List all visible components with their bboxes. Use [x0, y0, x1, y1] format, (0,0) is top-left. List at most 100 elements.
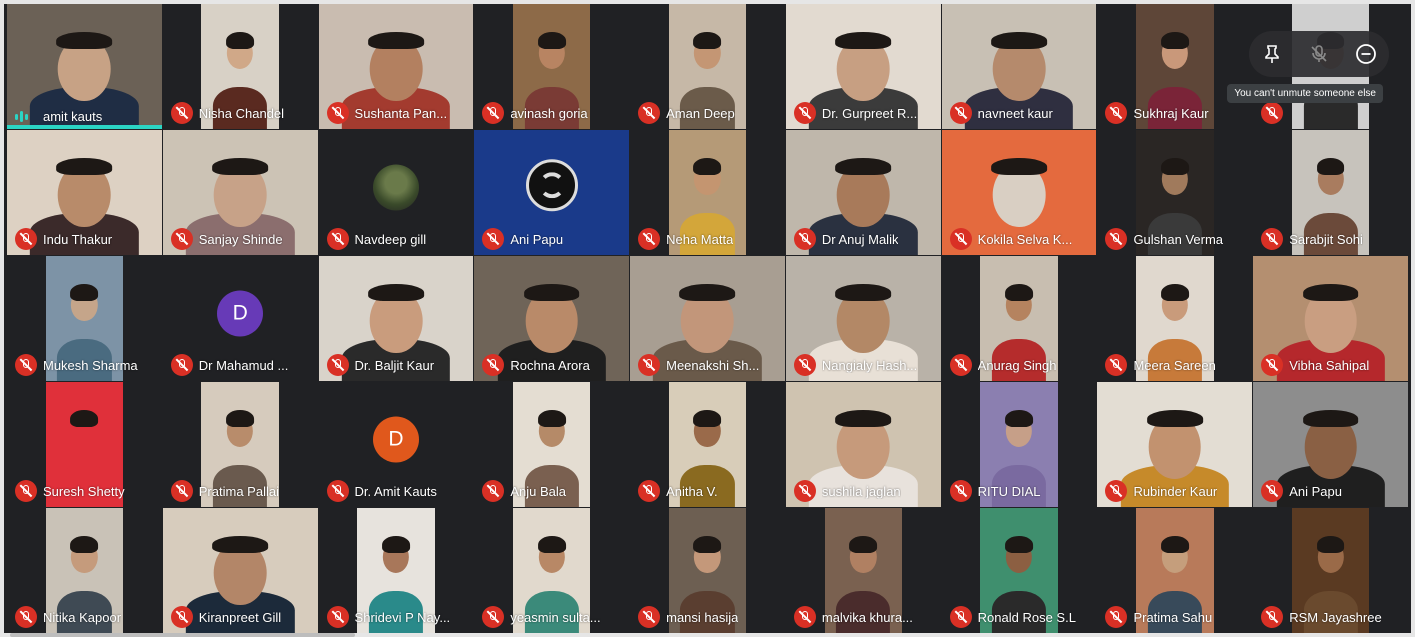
muted-mic-icon [949, 354, 972, 376]
participant-tile[interactable]: amit kauts [7, 4, 162, 129]
participant-name: Navdeep gill [354, 231, 427, 247]
participant-tile[interactable]: D Dr. Amit Kauts [318, 382, 474, 507]
participant-tile[interactable]: navneet kaur [941, 4, 1097, 129]
participant-tile[interactable]: Gulshan Verma [1097, 130, 1253, 255]
muted-mic-icon [638, 354, 661, 376]
muted-mic-icon [1105, 354, 1128, 376]
participant-tile[interactable]: Nisha Chandel [162, 4, 318, 129]
muted-mic-icon [326, 228, 349, 250]
participant-tile[interactable]: Mukesh Sharma [7, 256, 162, 381]
participant-tile[interactable]: RITU DIAL [941, 382, 1097, 507]
person-hair [537, 31, 566, 49]
name-label-bar: yeasmin sulta... [482, 606, 623, 628]
participant-name: Gulshan Verma [1133, 231, 1224, 247]
name-label-bar: RITU DIAL [949, 480, 1091, 502]
muted-mic-icon [793, 480, 816, 502]
participant-tile[interactable]: Indu Thakur [7, 130, 162, 255]
participant-tile[interactable]: Rochna Arora [474, 256, 630, 381]
participant-name: Indu Thakur [43, 231, 113, 247]
person-hair [1316, 157, 1345, 175]
participant-tile[interactable]: Ani Papu [474, 130, 630, 255]
muted-mic-icon [482, 606, 505, 628]
participant-tile[interactable]: Navdeep gill [318, 130, 474, 255]
participant-tile[interactable]: Dr. Baljit Kaur [318, 256, 474, 381]
participant-tile[interactable]: Kokila Selva K... [941, 130, 1097, 255]
horizontal-scrollbar[interactable] [10, 633, 355, 637]
speaking-indicator-icon [15, 110, 37, 124]
participant-tile[interactable]: Ani Papu [1253, 382, 1408, 507]
remove-button[interactable] [1353, 41, 1379, 67]
participant-tile[interactable]: Vibha Sahipal [1253, 256, 1408, 381]
participant-tile[interactable]: Aman Deep [630, 4, 785, 129]
participant-tile[interactable]: sushila jaglan [785, 382, 941, 507]
person-hair [1160, 535, 1189, 553]
participant-name: Vibha Sahipal [1289, 357, 1370, 373]
participant-tile[interactable]: Shridevi P Nay... [318, 508, 474, 633]
participant-name: Dr. Gurpreet R... [821, 105, 918, 121]
participant-tile[interactable]: Kiranpreet Gill [162, 508, 318, 633]
participant-tile[interactable]: Anurag Singh [941, 256, 1097, 381]
name-label-bar: Meenakshi Sh... [638, 354, 779, 376]
participant-name: malvika khura... [821, 609, 913, 625]
profile-photo-avatar [372, 163, 419, 210]
participant-tile[interactable]: malvika khura... [785, 508, 941, 633]
participant-tile[interactable]: Sushanta Pan... [318, 4, 474, 129]
muted-mic-icon [1261, 354, 1284, 376]
participant-tile[interactable]: Suresh Shetty [7, 382, 162, 507]
name-label-bar: Meera Sareen [1105, 354, 1246, 376]
muted-mic-icon [949, 228, 972, 250]
name-label-bar [1261, 102, 1402, 124]
participant-tile[interactable]: Meenakshi Sh... [630, 256, 785, 381]
obs-logo-icon [525, 158, 578, 211]
participant-tile[interactable]: Neha Matta [630, 130, 785, 255]
participant-tile[interactable]: Sukhraj Kaur [1097, 4, 1253, 129]
participant-tile[interactable]: mansi hasija [630, 508, 785, 633]
participant-tile[interactable]: D Dr Mahamud ... [162, 256, 318, 381]
participant-tile[interactable]: Anju Bala [474, 382, 630, 507]
participant-name: RSM Jayashree [1289, 609, 1382, 625]
muted-mic-icon [1105, 102, 1128, 124]
participant-tile[interactable]: Rubinder Kaur [1097, 382, 1253, 507]
participant-tile[interactable]: yeasmin sulta... [474, 508, 630, 633]
muted-mic-icon [170, 606, 193, 628]
participant-tile[interactable]: Sanjay Shinde [162, 130, 318, 255]
participant-name: Rubinder Kaur [1133, 483, 1218, 499]
muted-mic-icon [170, 228, 193, 250]
person-hair [70, 283, 99, 301]
participant-tile[interactable]: Ronald Rose S.L [941, 508, 1097, 633]
participant-name: Anurag Singh [977, 357, 1057, 373]
participant-tile[interactable]: Meera Sareen [1097, 256, 1253, 381]
muted-mic-icon [1261, 228, 1284, 250]
name-label-bar: Dr Mahamud ... [170, 354, 312, 376]
participant-tile[interactable]: Pratima Sahu [1097, 508, 1253, 633]
participant-tile[interactable]: Dr. Gurpreet R... [785, 4, 941, 129]
mute-button[interactable] [1306, 41, 1332, 67]
person-hair [1302, 283, 1359, 301]
participant-tile[interactable]: Dr Anuj Malik [785, 130, 941, 255]
person-hair [1160, 157, 1189, 175]
name-label-bar: Kiranpreet Gill [170, 606, 312, 628]
name-label-bar: Sanjay Shinde [170, 228, 312, 250]
person-hair [368, 31, 424, 49]
name-label-bar: Kokila Selva K... [949, 228, 1091, 250]
participant-tile[interactable]: Pratima Pallai [162, 382, 318, 507]
participant-tile[interactable]: Sarabjit Sohi [1253, 130, 1408, 255]
muted-mic-icon [1261, 102, 1284, 124]
name-label-bar: navneet kaur [949, 102, 1091, 124]
participant-name: Sushanta Pan... [354, 105, 448, 121]
participant-tile[interactable]: RSM Jayashree [1253, 508, 1408, 633]
participant-name: Sukhraj Kaur [1133, 105, 1209, 121]
person-hair [991, 157, 1047, 175]
muted-mic-icon [1105, 606, 1128, 628]
person-hair [1146, 409, 1203, 427]
pin-button[interactable] [1259, 41, 1285, 67]
participant-tile[interactable]: Anitha V. [630, 382, 785, 507]
participant-tile[interactable]: avinash goria [474, 4, 630, 129]
participant-tile[interactable]: Nangialy Hash... [785, 256, 941, 381]
name-label-bar: RSM Jayashree [1261, 606, 1402, 628]
name-label-bar: Pratima Sahu [1105, 606, 1246, 628]
muted-mic-icon [949, 102, 972, 124]
participant-tile[interactable]: Nitika Kapoor [7, 508, 162, 633]
muted-mic-icon [949, 606, 972, 628]
name-label-bar: Ani Papu [482, 228, 623, 250]
